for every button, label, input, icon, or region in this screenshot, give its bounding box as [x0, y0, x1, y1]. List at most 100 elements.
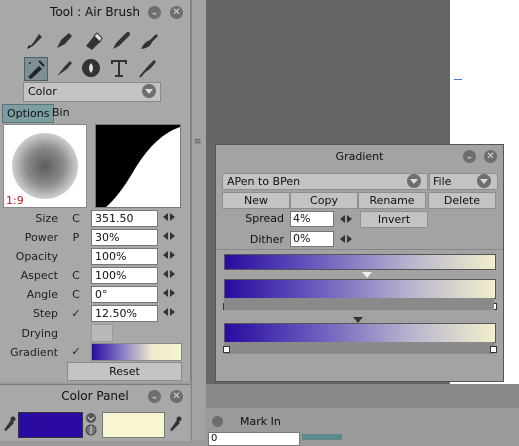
file-menu-label: File	[433, 175, 452, 188]
delete-button[interactable]: Delete	[428, 192, 496, 209]
chevron-down-icon	[142, 84, 156, 98]
aspect-row: Aspect C 100%	[0, 267, 190, 285]
mark-in-label: Mark In	[240, 415, 281, 428]
power-spin-icon[interactable]	[163, 232, 175, 241]
smudge-tool-icon[interactable]	[137, 57, 159, 79]
spread-label: Spread	[245, 212, 284, 225]
size-mode-toggle[interactable]: C	[68, 211, 84, 227]
drying-label: Drying	[21, 327, 58, 340]
opacity-input[interactable]: 100%	[91, 248, 158, 265]
power-label: Power	[24, 231, 58, 244]
gradient-color-bar[interactable]	[224, 279, 496, 299]
brush-dot-preview	[12, 133, 78, 199]
angle-spin-icon[interactable]	[163, 289, 175, 298]
aspect-mode-toggle[interactable]: C	[68, 268, 84, 284]
size-label: Size	[35, 212, 58, 225]
timeline-marker	[302, 434, 342, 440]
chevron-down-icon	[407, 174, 421, 188]
gradient-preset-select[interactable]: APen to BPen	[222, 173, 428, 190]
collapse-icon[interactable]: ⌄	[463, 150, 476, 163]
brush-ratio: 1:9	[6, 194, 24, 207]
copy-button[interactable]: Copy	[290, 192, 358, 209]
angle-mode-toggle[interactable]: C	[68, 287, 84, 303]
power-row: Power P 30%	[0, 229, 190, 247]
opacity-row: Opacity 100%	[0, 248, 190, 266]
fill-tool-icon[interactable]	[80, 57, 102, 79]
gradient-stop-track	[224, 298, 494, 310]
color-mode-value: Color	[28, 85, 57, 98]
dither-spin-icon[interactable]	[340, 235, 352, 244]
grip-icon[interactable]: ≡	[194, 138, 202, 147]
divider	[216, 249, 503, 250]
step-spin-icon[interactable]	[163, 308, 175, 317]
aspect-input[interactable]: 100%	[91, 267, 158, 284]
gradient-result-bar	[224, 254, 496, 270]
gradient-dialog-title: Gradient	[335, 150, 384, 163]
tool-panel-title: Tool : Air Brush	[50, 5, 140, 19]
size-spin-icon[interactable]	[163, 213, 175, 222]
aspect-label: Aspect	[20, 269, 58, 282]
pencil-tool-icon[interactable]	[110, 30, 132, 52]
gradient-label: Gradient	[10, 346, 58, 359]
close-icon[interactable]: ✕	[170, 390, 183, 403]
gradient-stop-handle[interactable]	[223, 346, 230, 353]
size-input[interactable]: 351.50	[91, 210, 158, 227]
tab-bin[interactable]: Bin	[48, 104, 74, 121]
water-tool-icon[interactable]	[53, 57, 75, 79]
tool-panel: Tool : Air Brush ⌄ ✕ Color Options Bin 1…	[0, 0, 191, 382]
mark-in-icon[interactable]	[212, 416, 223, 427]
gradient-midpoint-marker[interactable]	[362, 272, 372, 278]
angle-input[interactable]: 0°	[91, 286, 158, 303]
gradient-alpha-bar[interactable]	[224, 323, 496, 343]
close-icon[interactable]: ✕	[484, 150, 497, 163]
gradient-swatch[interactable]	[91, 343, 182, 361]
step-mode-toggle[interactable]: ✓	[68, 306, 84, 322]
dither-input[interactable]: 0%	[290, 231, 334, 247]
gradient-alpha-track	[224, 342, 494, 354]
text-tool-icon[interactable]	[108, 57, 130, 79]
aspect-spin-icon[interactable]	[163, 270, 175, 279]
rename-button[interactable]: Rename	[358, 192, 426, 209]
file-menu[interactable]: File	[429, 173, 498, 190]
size-row: Size C 351.50	[0, 210, 190, 228]
pressure-curve[interactable]	[95, 124, 181, 208]
tab-options[interactable]: Options	[2, 104, 55, 123]
angle-row: Angle C 0°	[0, 286, 190, 304]
brush-tool-icon[interactable]	[138, 30, 160, 52]
gradient-stop-handle[interactable]	[490, 346, 497, 353]
power-input[interactable]: 30%	[91, 229, 158, 246]
gradient-dialog: Gradient ⌄ ✕ APen to BPen File New Copy …	[215, 144, 504, 382]
drying-toggle[interactable]	[91, 324, 113, 342]
brush-preview: 1:9	[3, 124, 87, 208]
eraser-tool-icon[interactable]	[82, 30, 104, 52]
power-mode-toggle[interactable]: P	[68, 230, 84, 246]
invert-button[interactable]: Invert	[360, 211, 428, 228]
swap-colors-icon[interactable]	[84, 412, 98, 436]
eyedropper-icon[interactable]	[2, 414, 16, 432]
secondary-color-swatch[interactable]	[102, 412, 165, 438]
eyedropper-icon[interactable]	[168, 414, 182, 432]
frame-input[interactable]: 0	[208, 432, 300, 446]
airbrush-tool-icon[interactable]	[24, 57, 48, 81]
reset-button[interactable]: Reset	[67, 362, 182, 381]
collapse-icon[interactable]: ⌄	[148, 390, 161, 403]
marker-tool-icon[interactable]	[53, 30, 75, 52]
mark-in-bar: Mark In 0	[206, 408, 519, 446]
spread-spin-icon[interactable]	[340, 215, 352, 224]
opacity-spin-icon[interactable]	[163, 251, 175, 260]
timeline-strip	[206, 384, 519, 408]
opacity-label: Opacity	[15, 250, 58, 263]
pen-tool-icon[interactable]	[24, 30, 46, 52]
primary-color-swatch[interactable]	[18, 412, 83, 438]
spread-input[interactable]: 4%	[290, 211, 334, 227]
step-input[interactable]: 12.50%	[91, 305, 158, 322]
new-button[interactable]: New	[222, 192, 290, 209]
collapse-icon[interactable]: ⌄	[148, 6, 161, 19]
opacity-mode-toggle[interactable]	[68, 249, 84, 265]
gradient-check[interactable]: ✓	[68, 344, 84, 360]
panel-splitter[interactable]: ≡	[191, 0, 206, 440]
color-mode-select[interactable]: Color	[23, 82, 161, 102]
chevron-down-icon	[477, 174, 491, 188]
close-icon[interactable]: ✕	[170, 6, 183, 19]
guide-mark	[454, 79, 462, 80]
